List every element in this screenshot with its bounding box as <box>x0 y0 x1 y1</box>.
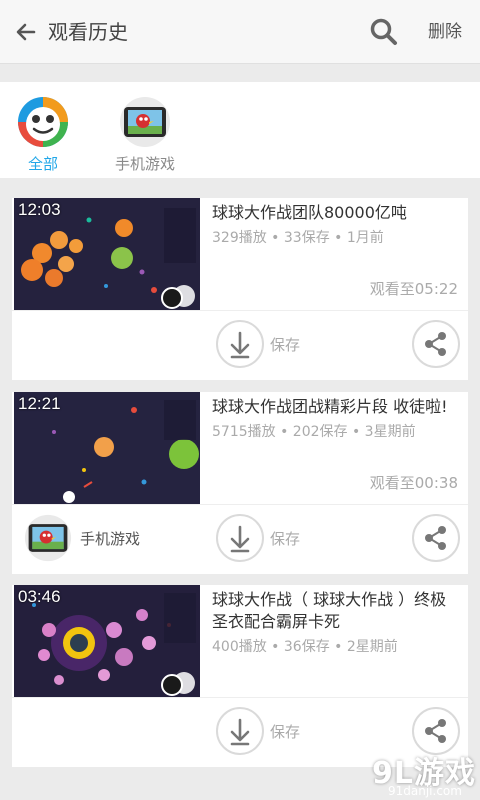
save-label[interactable]: 保存 <box>270 334 300 355</box>
category-mobile-games[interactable]: 手机游戏 <box>100 96 190 174</box>
site-watermark: 9L游戏 91danji.com <box>372 748 476 798</box>
video-title: 球球大作战团队80000亿吨 <box>212 203 407 222</box>
download-icon <box>230 525 250 553</box>
share-icon <box>425 719 446 743</box>
divider <box>12 504 468 505</box>
video-thumbnail[interactable]: 03:46 <box>14 585 200 697</box>
video-title: 球球大作战团战精彩片段 收徒啦! <box>212 397 448 416</box>
category-bar: 全部 手机游戏 <box>0 82 480 178</box>
video-meta: 329播放 • 33保存 • 1月前 <box>212 230 384 246</box>
video-thumbnail[interactable]: 12:03 <box>14 198 200 310</box>
category-label: 手机游戏 <box>114 155 175 173</box>
download-icon <box>230 331 250 359</box>
back-arrow-icon <box>16 23 36 41</box>
video-thumbnail[interactable]: 12:21 <box>14 392 200 504</box>
divider <box>12 310 468 311</box>
video-meta: 5715播放 • 202保存 • 3星期前 <box>212 424 416 440</box>
video-duration: 03:46 <box>18 587 61 606</box>
download-button[interactable] <box>216 707 264 755</box>
download-button[interactable] <box>216 320 264 368</box>
video-duration: 12:03 <box>18 200 61 219</box>
watched-progress: 观看至00:38 <box>369 474 458 492</box>
frog-face-icon <box>17 96 69 148</box>
category-label: 全部 <box>27 155 58 173</box>
category-all[interactable]: 全部 <box>0 96 88 174</box>
video-duration: 12:21 <box>18 394 61 413</box>
video-card[interactable]: 03:46 球球大作战（ 球球大作战 ）终极圣衣配合霸屏卡死 400播放 • 3… <box>12 585 468 767</box>
share-icon <box>425 526 446 550</box>
download-icon <box>230 718 250 746</box>
divider <box>12 697 468 698</box>
video-title: 球球大作战（ 球球大作战 ）终极圣衣配合霸屏卡死 <box>212 590 447 631</box>
back-button[interactable] <box>12 18 40 46</box>
video-card[interactable]: 12:03 球球大作战团队80000亿吨 329播放 • 33保存 • 1月前 … <box>12 198 468 380</box>
search-button[interactable] <box>368 16 400 48</box>
tablet-game-icon <box>119 96 171 148</box>
tablet-game-icon <box>24 514 72 562</box>
category-tag-label: 手机游戏 <box>80 530 141 548</box>
watched-progress: 观看至05:22 <box>369 280 458 298</box>
share-button[interactable] <box>412 514 460 562</box>
video-meta: 400播放 • 36保存 • 2星期前 <box>212 639 398 655</box>
share-icon <box>425 332 446 356</box>
save-label[interactable]: 保存 <box>270 721 300 742</box>
search-icon <box>370 18 397 45</box>
watermark-url: 91danji.com <box>388 784 462 798</box>
download-button[interactable] <box>216 514 264 562</box>
page-title: 观看历史 <box>48 20 128 44</box>
share-button[interactable] <box>412 320 460 368</box>
save-label[interactable]: 保存 <box>270 528 300 549</box>
video-card[interactable]: 12:21 球球大作战团战精彩片段 收徒啦! 5715播放 • 202保存 • … <box>12 392 468 574</box>
delete-button[interactable]: 删除 <box>428 20 462 44</box>
top-bar: 观看历史 删除 <box>0 0 480 64</box>
